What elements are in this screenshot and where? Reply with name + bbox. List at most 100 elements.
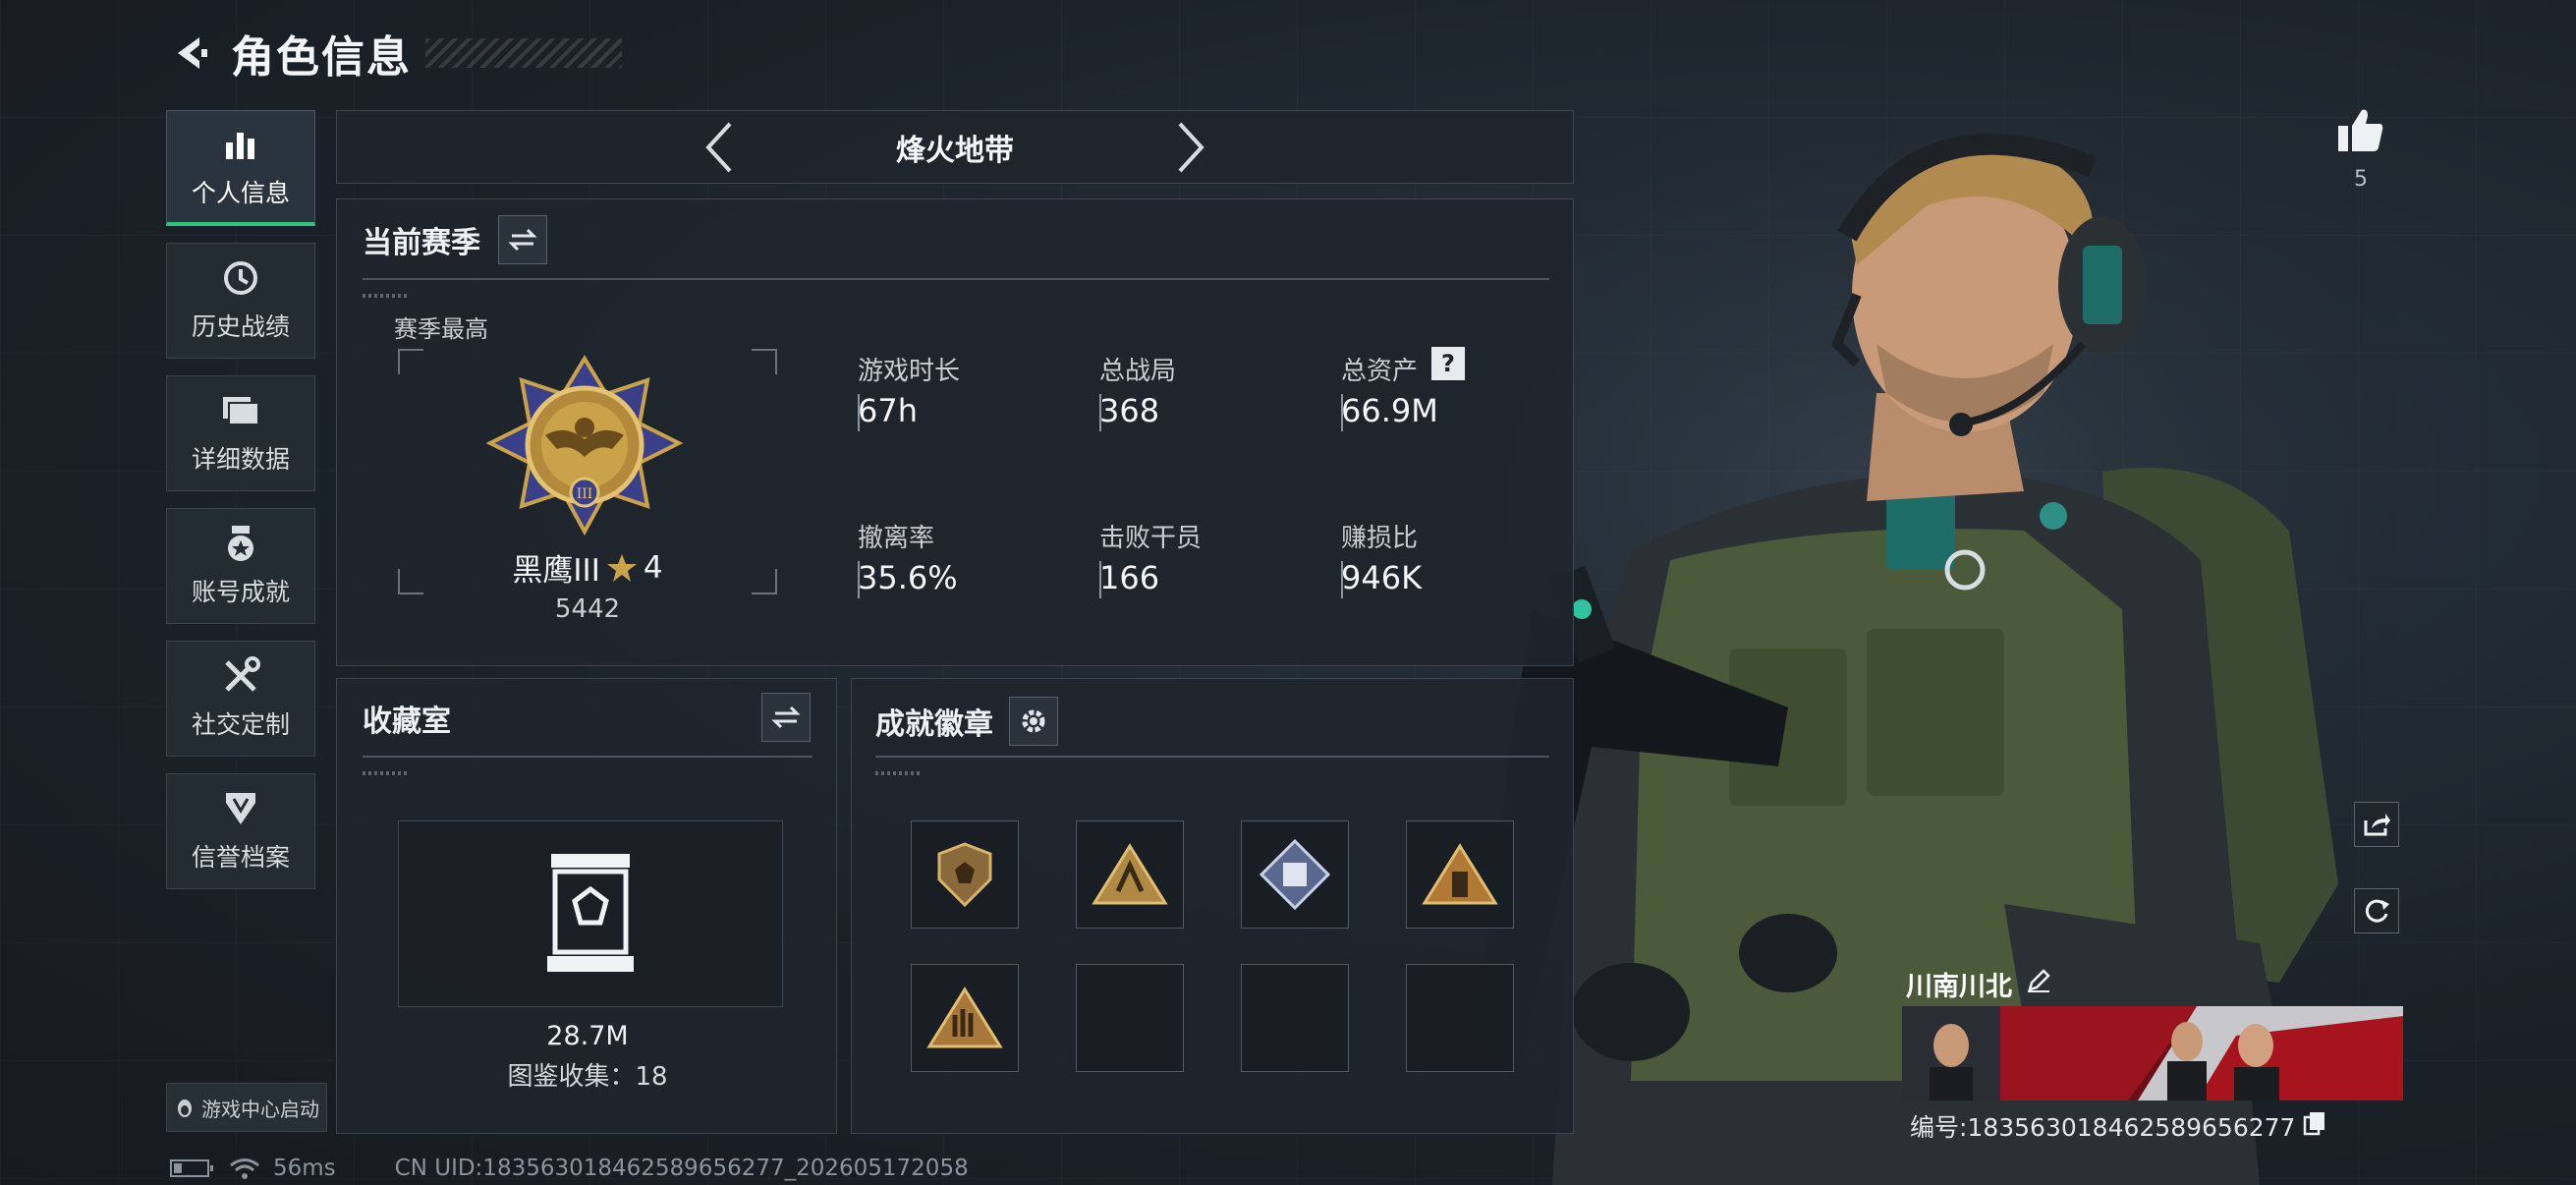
stat-label: 总战局 bbox=[1099, 357, 1177, 386]
achievement-icon bbox=[221, 524, 260, 563]
rank-box: III 黑鹰III 4 5442 bbox=[398, 349, 777, 624]
rank-stars: 4 bbox=[643, 549, 663, 586]
like-widget: 5 bbox=[2336, 106, 2385, 192]
sidebar-item-label: 详细数据 bbox=[191, 445, 290, 474]
banner-image bbox=[1902, 1006, 2403, 1100]
achievements-panel: 成就徽章 bbox=[851, 678, 1574, 1134]
mode-name: 烽火地带 bbox=[896, 133, 1014, 168]
pencil-icon bbox=[2028, 969, 2050, 992]
rank-name: 黑鹰III bbox=[512, 553, 600, 589]
refresh-icon bbox=[2365, 899, 2389, 923]
collection-panel: 收藏室 28.7M 图鉴收集：18 bbox=[336, 678, 837, 1134]
sidebar: 个人信息 历史战绩 详细数据 账号成就 社交定制 信誉档案 bbox=[166, 110, 317, 906]
stat-value: 166 bbox=[1099, 559, 1160, 596]
badge-slot[interactable] bbox=[911, 820, 1019, 929]
achievements-settings-button[interactable] bbox=[1009, 697, 1058, 746]
collection-showcase[interactable] bbox=[398, 820, 783, 1007]
title-decoration bbox=[425, 38, 622, 68]
season-panel: 当前赛季 赛季最高 III 黑鹰III 4 5442 游戏时长 67h 总战局 … bbox=[336, 198, 1574, 666]
gear-icon bbox=[1022, 709, 1045, 733]
ping-value: 56ms bbox=[273, 1156, 336, 1181]
chevron-right-icon bbox=[1178, 122, 1204, 172]
divider-decoration bbox=[875, 771, 923, 775]
achievements-title: 成就徽章 bbox=[875, 707, 993, 742]
season-switch-button[interactable] bbox=[498, 215, 547, 264]
divider-decoration bbox=[363, 771, 410, 775]
hand-badge-icon bbox=[926, 987, 1003, 1048]
badge-slot[interactable] bbox=[1241, 820, 1349, 929]
stat-label: 赚损比 bbox=[1341, 524, 1419, 553]
season-title: 当前赛季 bbox=[363, 226, 480, 260]
penguin-icon bbox=[178, 1100, 192, 1117]
sidebar-item-label: 信誉档案 bbox=[191, 843, 290, 872]
mode-next-button[interactable] bbox=[1161, 118, 1220, 177]
stat-value: 66.9M bbox=[1341, 392, 1438, 429]
sidebar-item-detailed-data[interactable]: 详细数据 bbox=[166, 375, 315, 491]
share-icon bbox=[2364, 814, 2390, 836]
mode-selector: 烽火地带 bbox=[336, 110, 1574, 184]
stat-value: 946K bbox=[1341, 559, 1423, 596]
history-icon bbox=[221, 258, 260, 298]
sidebar-item-reputation[interactable]: 信誉档案 bbox=[166, 773, 315, 889]
collection-value: 28.7M bbox=[546, 1021, 629, 1051]
back-arrow-icon bbox=[178, 37, 207, 69]
refresh-button[interactable] bbox=[2354, 888, 2399, 933]
player-id: 编号:183563018462589656277 bbox=[1910, 1113, 2296, 1142]
sidebar-item-social[interactable]: 社交定制 bbox=[166, 641, 315, 757]
badge-slot[interactable] bbox=[911, 964, 1019, 1072]
divider bbox=[875, 756, 1549, 758]
svg-text:III: III bbox=[577, 486, 593, 502]
back-button[interactable] bbox=[162, 24, 221, 83]
badge-slot-empty[interactable] bbox=[1241, 964, 1349, 1072]
tower-badge-icon bbox=[1422, 843, 1498, 905]
share-button[interactable] bbox=[2354, 802, 2399, 847]
badge-slot-empty[interactable] bbox=[1076, 964, 1184, 1072]
sidebar-item-history[interactable]: 历史战绩 bbox=[166, 243, 315, 359]
like-count: 5 bbox=[2354, 167, 2368, 192]
stat-label: 击败干员 bbox=[1099, 524, 1203, 553]
game-center-label: 游戏中心启动 bbox=[201, 1097, 319, 1121]
player-id-row: 编号:183563018462589656277 bbox=[1910, 1108, 2326, 1144]
battery-icon bbox=[170, 1159, 213, 1177]
star-icon bbox=[606, 553, 637, 582]
folder-icon bbox=[221, 391, 260, 430]
sidebar-item-personal-info[interactable]: 个人信息 bbox=[166, 110, 315, 226]
sidebar-item-label: 历史战绩 bbox=[191, 312, 290, 341]
player-name: 川南川北 bbox=[1906, 972, 2012, 1002]
bar-chart-icon bbox=[221, 125, 260, 164]
stat-label: 撤离率 bbox=[858, 524, 935, 553]
shield-badge-icon bbox=[937, 842, 992, 908]
sidebar-item-label: 账号成就 bbox=[191, 578, 290, 606]
divider bbox=[363, 278, 1549, 280]
sidebar-item-label: 社交定制 bbox=[191, 710, 290, 739]
edit-name-button[interactable] bbox=[2026, 968, 2051, 1000]
season-best-label: 赛季最高 bbox=[394, 315, 488, 343]
triangle-badge-icon bbox=[1092, 843, 1168, 905]
chevron-left-icon bbox=[705, 122, 732, 172]
status-bar: 56ms CN UID:183563018462589656277_202605… bbox=[169, 1156, 969, 1181]
divider-decoration bbox=[363, 294, 410, 298]
swap-icon bbox=[508, 228, 537, 252]
help-button[interactable]: ? bbox=[1431, 347, 1465, 380]
page-title: 角色信息 bbox=[231, 32, 412, 83]
swap-icon bbox=[771, 705, 801, 729]
wifi-icon bbox=[230, 1158, 259, 1179]
uid-text: CN UID:183563018462589656277_20260517205… bbox=[394, 1156, 969, 1181]
player-name-row: 川南川北 bbox=[1906, 965, 2051, 1003]
like-button[interactable] bbox=[2336, 106, 2385, 157]
badge-slot-empty[interactable] bbox=[1406, 964, 1514, 1072]
sidebar-item-achievements[interactable]: 账号成就 bbox=[166, 508, 315, 624]
collection-count: 图鉴收集：18 bbox=[507, 1062, 668, 1092]
mode-prev-button[interactable] bbox=[690, 118, 749, 177]
copy-id-button[interactable] bbox=[2303, 1110, 2326, 1142]
game-center-launch-button[interactable]: 游戏中心启动 bbox=[166, 1083, 327, 1132]
badge-slot[interactable] bbox=[1076, 820, 1184, 929]
copy-icon bbox=[2304, 1112, 2325, 1136]
rank-emblem-icon: III bbox=[486, 355, 683, 536]
stat-value: 368 bbox=[1099, 392, 1160, 429]
stat-label: 总资产 bbox=[1341, 357, 1419, 386]
collection-title: 收藏室 bbox=[363, 705, 451, 739]
badge-slot[interactable] bbox=[1406, 820, 1514, 929]
player-banner[interactable] bbox=[1902, 1006, 2403, 1100]
collection-switch-button[interactable] bbox=[761, 693, 811, 742]
